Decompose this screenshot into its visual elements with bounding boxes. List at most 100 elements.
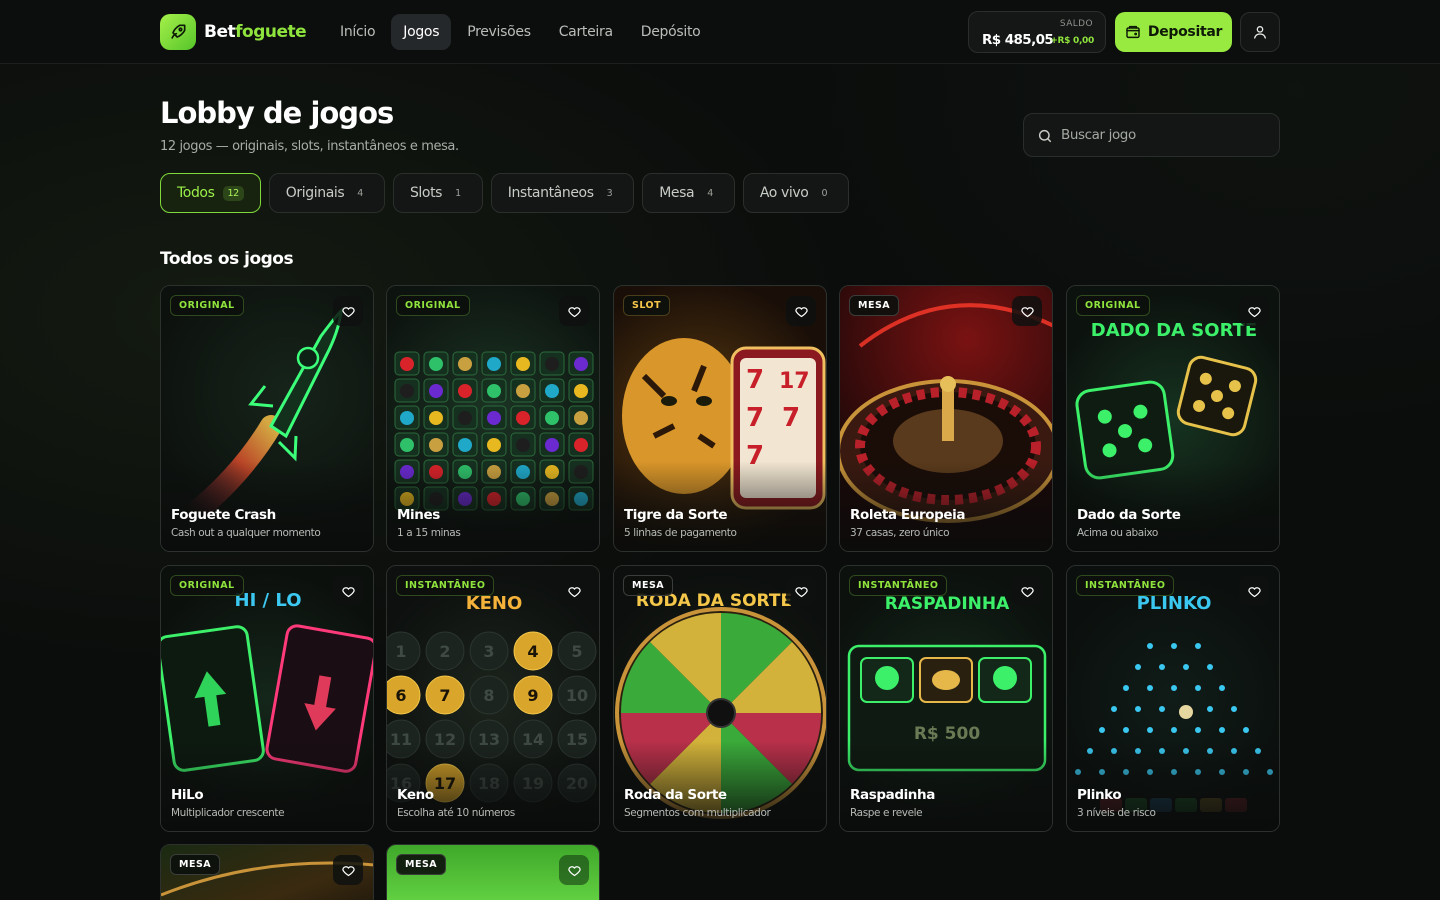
game-card-hilo[interactable]: HI / LO ORIGINAL HiLo Multiplicador cres… xyxy=(160,565,374,832)
balance-amount: R$ 485,05 xyxy=(982,32,1054,48)
game-card-plinko[interactable]: PLINKO INSTANTÂNEO Plinko 3 níveis de ri… xyxy=(1066,565,1280,832)
filter-label: Instantâneos xyxy=(507,185,594,201)
game-name: Plinko xyxy=(1077,787,1122,803)
game-card-dado-da-sorte[interactable]: DADO DA SORTE ORIGINAL Dado da Sorte Aci… xyxy=(1066,285,1280,552)
game-name: Tigre da Sorte xyxy=(624,507,728,523)
filter-originais[interactable]: Originais 4 xyxy=(268,173,385,213)
card-badge: ORIGINAL xyxy=(396,295,470,316)
gem-icon xyxy=(487,357,501,371)
gem-icon xyxy=(458,411,472,425)
card-badge: INSTANTÂNEO xyxy=(849,575,948,596)
plinko-peg xyxy=(1219,685,1225,691)
page-title: Lobby de jogos xyxy=(160,96,394,130)
favorite-button[interactable] xyxy=(1239,296,1269,326)
heart-icon xyxy=(1247,586,1261,597)
plinko-peg xyxy=(1099,727,1105,733)
card-badge: MESA xyxy=(396,854,447,875)
favorite-button[interactable] xyxy=(333,296,363,326)
favorite-button[interactable] xyxy=(786,576,816,606)
favorite-button[interactable] xyxy=(559,576,589,606)
balance-widget[interactable]: SALDO R$ 485,05 +R$ 0,00 xyxy=(968,11,1106,53)
section-title: Todos os jogos xyxy=(160,249,294,269)
game-name: Keno xyxy=(397,787,434,803)
plinko-peg xyxy=(1123,727,1129,733)
game-description: 37 casas, zero único xyxy=(850,527,950,539)
favorite-button[interactable] xyxy=(1239,576,1269,606)
favorite-button[interactable] xyxy=(333,855,363,885)
game-name: Roda da Sorte xyxy=(624,787,727,803)
nav-item-inicio[interactable]: Início xyxy=(328,14,387,50)
game-card-mesa-1[interactable]: MESA xyxy=(160,844,374,900)
filter-todos[interactable]: Todos 12 xyxy=(160,173,261,213)
favorite-button[interactable] xyxy=(559,296,589,326)
heart-icon xyxy=(1020,306,1034,317)
svg-text:7: 7 xyxy=(746,365,764,395)
game-card-roda-da-sorte[interactable]: RODA DA SORTE MESA Roda da Sorte Segment… xyxy=(613,565,827,832)
plinko-peg xyxy=(1219,727,1225,733)
card-badge: INSTANTÂNEO xyxy=(396,575,495,596)
plinko-peg xyxy=(1231,706,1237,712)
favorite-button[interactable] xyxy=(559,855,589,885)
game-name: Raspadinha xyxy=(850,787,935,803)
favorite-button[interactable] xyxy=(1012,296,1042,326)
brand-name: Betfoguete xyxy=(204,22,307,42)
keno-number: 7 xyxy=(439,686,450,705)
card-badge: MESA xyxy=(170,854,221,875)
plinko-peg xyxy=(1159,706,1165,712)
game-name: Foguete Crash xyxy=(171,507,276,523)
card-art-title: DADO DA SORTE xyxy=(1091,320,1257,341)
plinko-peg xyxy=(1243,727,1249,733)
filter-instantaneos[interactable]: Instantâneos 3 xyxy=(490,173,635,213)
card-badge: ORIGINAL xyxy=(170,575,244,596)
gem-icon xyxy=(516,384,530,398)
brand-logo[interactable]: Betfoguete xyxy=(160,14,307,50)
filter-count: 1 xyxy=(455,187,461,199)
search-input[interactable] xyxy=(1061,114,1271,156)
game-card-tigre-da-sorte[interactable]: 7 17 7 7 7 SLOT Tigre da Sorte 5 linhas … xyxy=(613,285,827,552)
plinko-peg xyxy=(1147,727,1153,733)
game-card-raspadinha[interactable]: RASPADINHA R$ 500 INSTANTÂNEO Raspadinha… xyxy=(839,565,1053,832)
nav-item-carteira[interactable]: Carteira xyxy=(547,14,625,50)
game-description: Segmentos com multiplicador xyxy=(624,807,771,819)
nav-item-deposito[interactable]: Depósito xyxy=(629,14,713,50)
search-icon xyxy=(1038,129,1052,143)
favorite-button[interactable] xyxy=(333,576,363,606)
gem-icon xyxy=(429,357,443,371)
plinko-peg xyxy=(1135,664,1141,670)
plinko-peg xyxy=(1195,727,1201,733)
keno-number: 10 xyxy=(566,686,588,705)
filter-slots[interactable]: Slots 1 xyxy=(392,173,483,213)
nav-item-jogos[interactable]: Jogos xyxy=(391,14,452,50)
game-description: 3 níveis de risco xyxy=(1077,807,1156,819)
card-badge: INSTANTÂNEO xyxy=(1076,575,1175,596)
favorite-button[interactable] xyxy=(786,296,816,326)
nav-item-previsoes[interactable]: Previsões xyxy=(455,14,543,50)
game-name: Mines xyxy=(397,507,440,523)
gem-icon xyxy=(429,384,443,398)
deposit-button[interactable]: Depositar xyxy=(1115,12,1232,52)
keno-number: 1 xyxy=(395,642,406,661)
game-description: Acima ou abaixo xyxy=(1077,527,1158,539)
keno-number: 8 xyxy=(483,686,494,705)
user-menu-button[interactable] xyxy=(1240,12,1280,52)
game-card-roleta-europeia[interactable]: MESA Roleta Europeia 37 casas, zero únic… xyxy=(839,285,1053,552)
balance-label: SALDO xyxy=(1059,19,1093,29)
plinko-peg xyxy=(1123,685,1129,691)
filter-ao-vivo[interactable]: Ao vivo 0 xyxy=(742,173,850,213)
gem-icon xyxy=(545,411,559,425)
card-art-title: PLINKO xyxy=(1137,593,1212,614)
game-card-foguete-crash[interactable]: ORIGINAL Foguete Crash Cash out a qualqu… xyxy=(160,285,374,552)
game-card-mines[interactable]: ORIGINAL Mines 1 a 15 minas xyxy=(386,285,600,552)
game-card-keno[interactable]: KENO 1234567891011121314151617181920 INS… xyxy=(386,565,600,832)
favorite-button[interactable] xyxy=(1012,576,1042,606)
svg-text:7: 7 xyxy=(782,403,800,433)
game-description: 1 a 15 minas xyxy=(397,527,461,539)
main-nav: Início Jogos Previsões Carteira Depósito xyxy=(328,14,712,50)
gem-icon xyxy=(400,411,414,425)
heart-icon xyxy=(794,586,808,597)
filter-mesa[interactable]: Mesa 4 xyxy=(642,173,735,213)
game-card-mesa-2[interactable]: MESA xyxy=(386,844,600,900)
keno-number: 9 xyxy=(527,686,538,705)
filter-label: Originais xyxy=(285,185,345,201)
game-name: HiLo xyxy=(171,787,204,803)
